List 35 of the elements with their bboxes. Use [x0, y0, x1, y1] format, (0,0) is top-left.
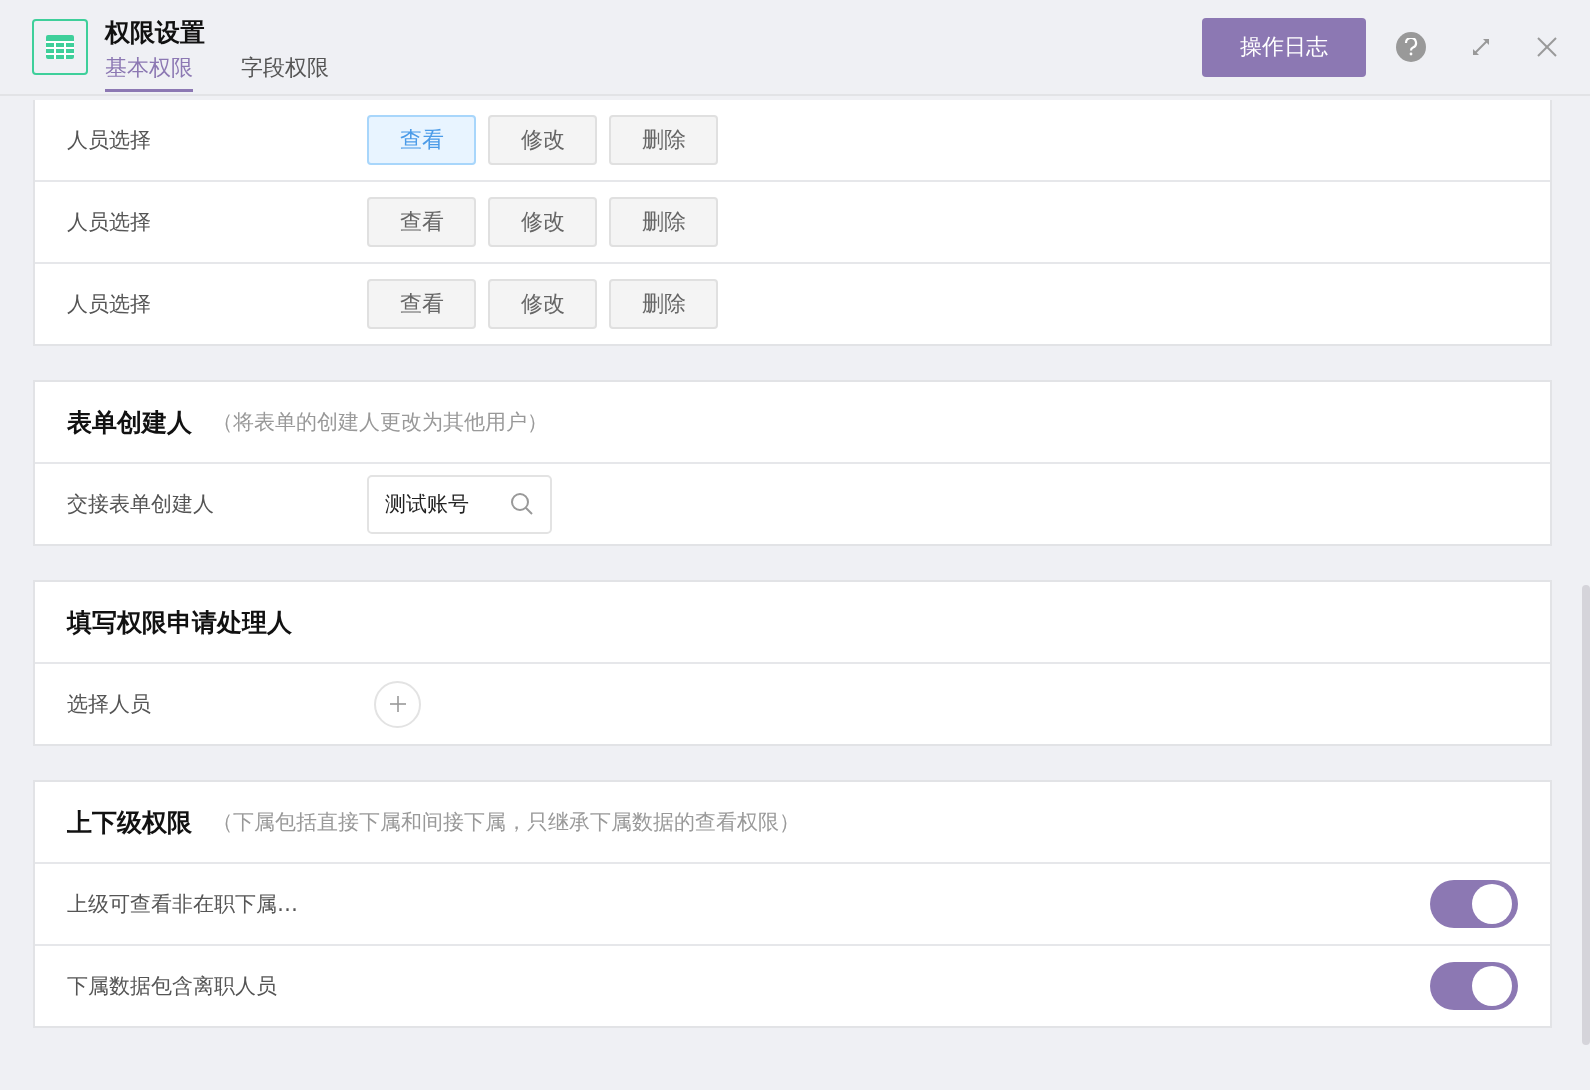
section-note: （将表单的创建人更改为其他用户） [212, 409, 548, 436]
permission-button[interactable]: 删除 [609, 115, 718, 165]
section-note: （下属包括直接下属和间接下属，只继承下属数据的查看权限） [212, 809, 800, 836]
table-icon [32, 19, 88, 75]
tab[interactable]: 基本权限 [105, 52, 193, 92]
row-label: 下属数据包含离职人员 [67, 973, 278, 1000]
search-field[interactable]: 测试账号 [367, 474, 552, 534]
row-label: 选择人员 [67, 691, 152, 718]
tab[interactable]: 字段权限 [241, 52, 329, 92]
permission-button[interactable]: 修改 [488, 279, 597, 329]
row-label: 交接表单创建人 [67, 491, 215, 518]
scrollbar[interactable] [1582, 585, 1590, 1045]
row-label: 人员选择 [67, 291, 152, 318]
permission-button[interactable]: 修改 [488, 115, 597, 165]
permission-button[interactable]: 查看 [367, 279, 476, 329]
log-button[interactable]: 操作日志 [1202, 17, 1366, 77]
permission-button[interactable]: 删除 [609, 197, 718, 247]
row-label: 上级可查看非在职下属… [67, 891, 299, 918]
window-title: 权限设置 [105, 16, 206, 49]
search-icon[interactable] [510, 492, 534, 516]
close-icon[interactable] [1536, 36, 1558, 58]
help-icon[interactable] [1396, 32, 1426, 62]
plus-icon [388, 695, 407, 713]
permission-button[interactable]: 删除 [609, 279, 718, 329]
permission-button[interactable]: 修改 [488, 197, 597, 247]
permission-button[interactable]: 查看 [367, 197, 476, 247]
section-title: 表单创建人 [67, 406, 192, 439]
section-title: 填写权限申请处理人 [67, 606, 292, 639]
row-label: 人员选择 [67, 209, 152, 236]
expand-icon[interactable] [1470, 36, 1492, 58]
add-button[interactable] [374, 680, 421, 728]
toggle-switch[interactable] [1430, 880, 1518, 928]
toggle-switch[interactable] [1430, 962, 1518, 1010]
section-title: 上下级权限 [67, 806, 192, 839]
row-label: 人员选择 [67, 127, 152, 154]
